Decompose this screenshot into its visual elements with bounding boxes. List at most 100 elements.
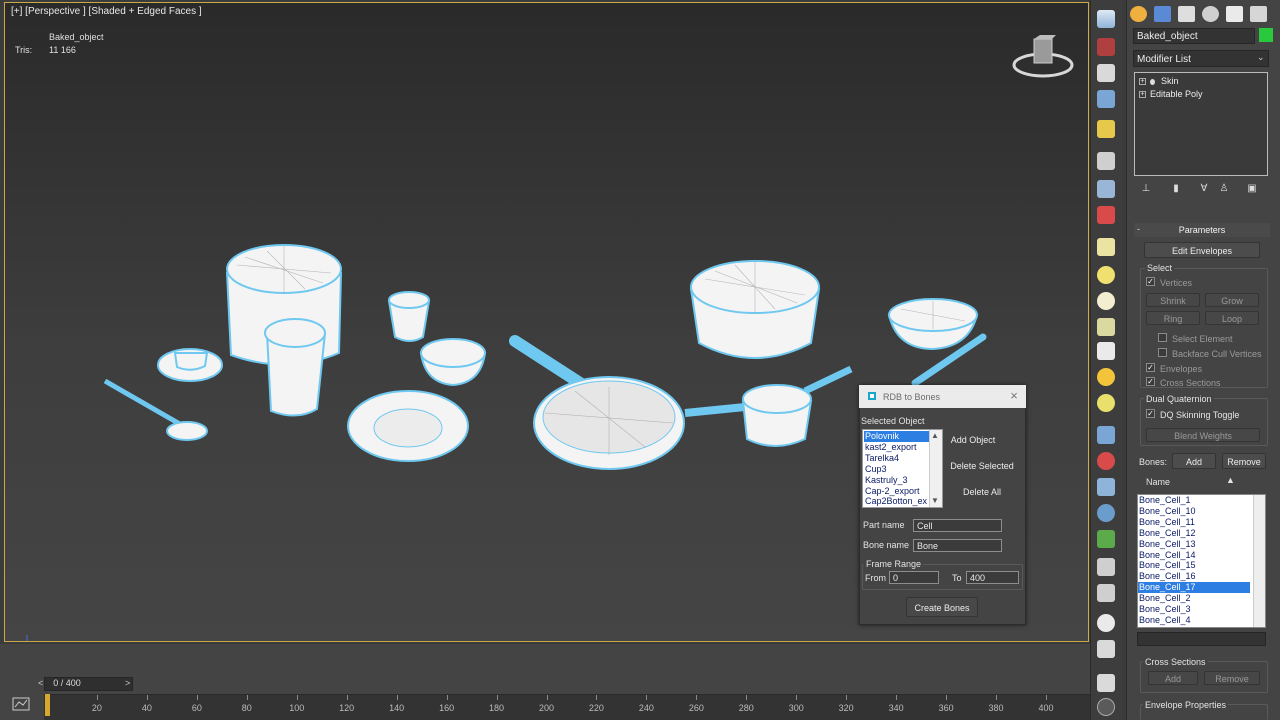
bone-list-item[interactable]: Bone_Cell_13 [1138, 539, 1250, 550]
display-tab-icon[interactable] [1226, 6, 1243, 22]
bone-list-item[interactable]: Bone_Cell_14 [1138, 550, 1250, 561]
bones-list-scrollbar[interactable] [1253, 495, 1265, 627]
unlink-icon[interactable] [1097, 180, 1115, 198]
delete-all-button[interactable]: Delete All [956, 482, 1008, 500]
bone-list-item[interactable]: Bone_Cell_15 [1138, 560, 1250, 571]
bones-icon[interactable] [1097, 478, 1115, 496]
bones-filter-field[interactable] [1137, 632, 1266, 646]
circle-icon[interactable] [1097, 394, 1115, 412]
camera-icon[interactable] [1097, 206, 1115, 224]
to-input[interactable]: 400 [966, 571, 1019, 584]
teapot-icon[interactable] [1097, 10, 1115, 28]
object-list-item[interactable]: Kastruly_3 [864, 475, 930, 486]
prev-frame-button[interactable]: < [38, 678, 43, 688]
make-unique-icon[interactable]: ∀ [1198, 183, 1210, 195]
foliage-icon[interactable] [1097, 530, 1115, 548]
current-frame-marker[interactable] [45, 694, 50, 716]
cross-section-add-button[interactable]: Add [1148, 671, 1198, 685]
cross-sections-checkbox[interactable]: ✓ [1146, 377, 1155, 386]
from-input[interactable]: 0 [889, 571, 939, 584]
name-column-header[interactable]: Name [1146, 477, 1170, 487]
bone-list-item[interactable]: Bone_Cell_2 [1138, 593, 1250, 604]
next-frame-button[interactable]: > [125, 678, 130, 688]
create-bones-button[interactable]: Create Bones [906, 597, 978, 617]
calculator-icon[interactable] [1097, 640, 1115, 658]
grow-button[interactable]: Grow [1205, 293, 1259, 307]
expand-icon[interactable]: + [1139, 78, 1146, 86]
scroll-down-icon[interactable]: ▼ [931, 496, 939, 505]
sphere-icon[interactable] [1097, 266, 1115, 284]
torus-icon[interactable] [1097, 318, 1115, 336]
object-name-field[interactable]: Baked_object [1133, 28, 1255, 44]
bone-name-input[interactable]: Bone [913, 539, 1002, 552]
object-list-item[interactable]: Cap-2_export [864, 486, 930, 497]
remove-bone-button[interactable]: Remove [1222, 453, 1266, 469]
modifier-stack[interactable]: + Skin + Editable Poly [1134, 72, 1268, 176]
sphere-red-icon[interactable] [1097, 452, 1115, 470]
object-list-item[interactable]: Cap2Botton_ex [864, 496, 930, 507]
pin-stack-icon[interactable]: ⊥ [1140, 183, 1152, 195]
configure-sets-icon[interactable]: ▣ [1246, 183, 1258, 195]
render-setup-icon[interactable] [1097, 38, 1115, 56]
vertices-checkbox[interactable]: ✓ [1146, 277, 1155, 286]
spring-icon[interactable] [1097, 584, 1115, 602]
object-list-item[interactable]: Polovnik [864, 431, 930, 442]
document-icon[interactable] [1097, 64, 1115, 82]
loop-button[interactable]: Loop [1205, 311, 1259, 325]
sun-icon[interactable] [1097, 368, 1115, 386]
object-list-item[interactable]: kast2_export [864, 442, 930, 453]
grid-icon[interactable] [1097, 90, 1115, 108]
blend-weights-button[interactable]: Blend Weights [1146, 428, 1260, 442]
add-bone-button[interactable]: Add [1172, 453, 1216, 469]
modifier-list-dropdown[interactable]: Modifier List [1133, 50, 1269, 67]
stack-item-editable-poly[interactable]: + Editable Poly [1139, 89, 1203, 99]
dq-toggle-checkbox[interactable]: ✓ [1146, 409, 1155, 418]
stack-item-skin[interactable]: + Skin [1139, 76, 1179, 86]
sort-arrow-icon[interactable]: ▲ [1226, 475, 1235, 485]
chevron-down-icon[interactable]: ⌄ [1257, 52, 1268, 64]
bone-list-item[interactable]: Bone_Cell_4 [1138, 615, 1250, 626]
box-icon[interactable] [1097, 238, 1115, 256]
create-tab-icon[interactable] [1130, 6, 1147, 22]
envelopes-checkbox[interactable]: ✓ [1146, 363, 1155, 372]
part-name-input[interactable]: Cell [913, 519, 1002, 532]
help-icon[interactable] [1097, 698, 1115, 716]
utilities-tab-icon[interactable] [1250, 6, 1267, 22]
bone-list-item[interactable]: Bone_Cell_17 [1138, 582, 1250, 594]
object-color-swatch[interactable] [1259, 28, 1273, 42]
show-end-result-icon[interactable]: ▮ [1170, 183, 1182, 195]
hierarchy-tab-icon[interactable] [1178, 6, 1195, 22]
ring-button[interactable]: Ring [1146, 311, 1200, 325]
bone-list-item[interactable]: Bone_Cell_11 [1138, 517, 1250, 528]
light-bulb-icon[interactable] [1097, 120, 1115, 138]
hf-icon[interactable] [1097, 558, 1115, 576]
object-list-item[interactable]: Cup3 [864, 464, 930, 475]
expand-icon[interactable]: + [1139, 91, 1146, 99]
edit-envelopes-button[interactable]: Edit Envelopes [1144, 242, 1260, 258]
bone-list-item[interactable]: Bone_Cell_3 [1138, 604, 1250, 615]
remove-modifier-icon[interactable]: ♙ [1218, 183, 1230, 195]
add-object-button[interactable]: Add Object [946, 430, 1000, 448]
object-list-item[interactable]: Tarelka4 [864, 453, 930, 464]
bone-list-item[interactable]: Bone_Cell_12 [1138, 528, 1250, 539]
select-element-checkbox[interactable] [1158, 333, 1167, 342]
bone-list-item[interactable]: Bone_Cell_16 [1138, 571, 1250, 582]
viewport-label[interactable]: [+] [Perspective ] [Shaded + Edged Faces… [11, 6, 202, 17]
shrink-button[interactable]: Shrink [1146, 293, 1200, 307]
shading-ball-icon[interactable] [1097, 614, 1115, 632]
bone-list-item[interactable]: Bone_Cell_10 [1138, 506, 1250, 517]
collapse-icon[interactable]: - [1137, 224, 1140, 234]
delete-selected-button[interactable]: Delete Selected [946, 456, 1018, 474]
cone-icon[interactable] [1097, 342, 1115, 360]
close-icon[interactable]: × [1007, 388, 1021, 404]
gear-icon[interactable] [1097, 504, 1115, 522]
geosphere-icon[interactable] [1097, 292, 1115, 310]
parameters-rollout-header[interactable]: Parameters [1134, 223, 1270, 237]
motion-tab-icon[interactable] [1202, 6, 1219, 22]
scroll-up-icon[interactable]: ▲ [931, 431, 939, 440]
viewcube-icon[interactable] [1012, 33, 1074, 83]
particle-icon[interactable] [1097, 426, 1115, 444]
modify-tab-icon[interactable] [1154, 6, 1171, 22]
bone-list-item[interactable]: Bone_Cell_1 [1138, 495, 1250, 506]
light-bulb-icon[interactable] [1150, 78, 1155, 85]
